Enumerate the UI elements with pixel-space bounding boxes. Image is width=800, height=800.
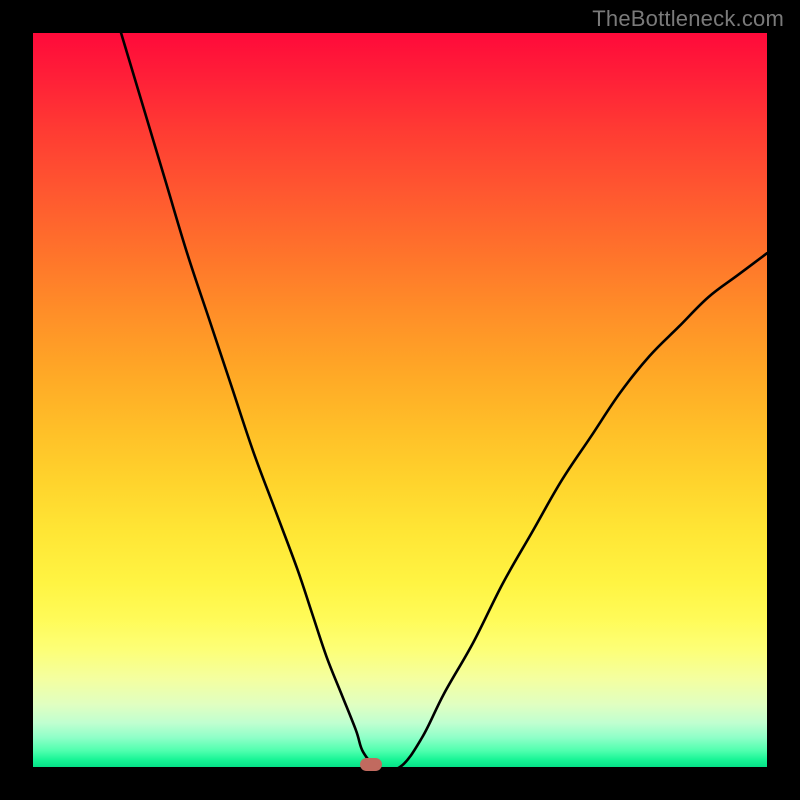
bottleneck-curve bbox=[33, 33, 767, 767]
chart-frame: TheBottleneck.com bbox=[0, 0, 800, 800]
watermark-text: TheBottleneck.com bbox=[592, 6, 784, 32]
plot-area bbox=[33, 33, 767, 767]
minimum-marker bbox=[360, 758, 382, 771]
